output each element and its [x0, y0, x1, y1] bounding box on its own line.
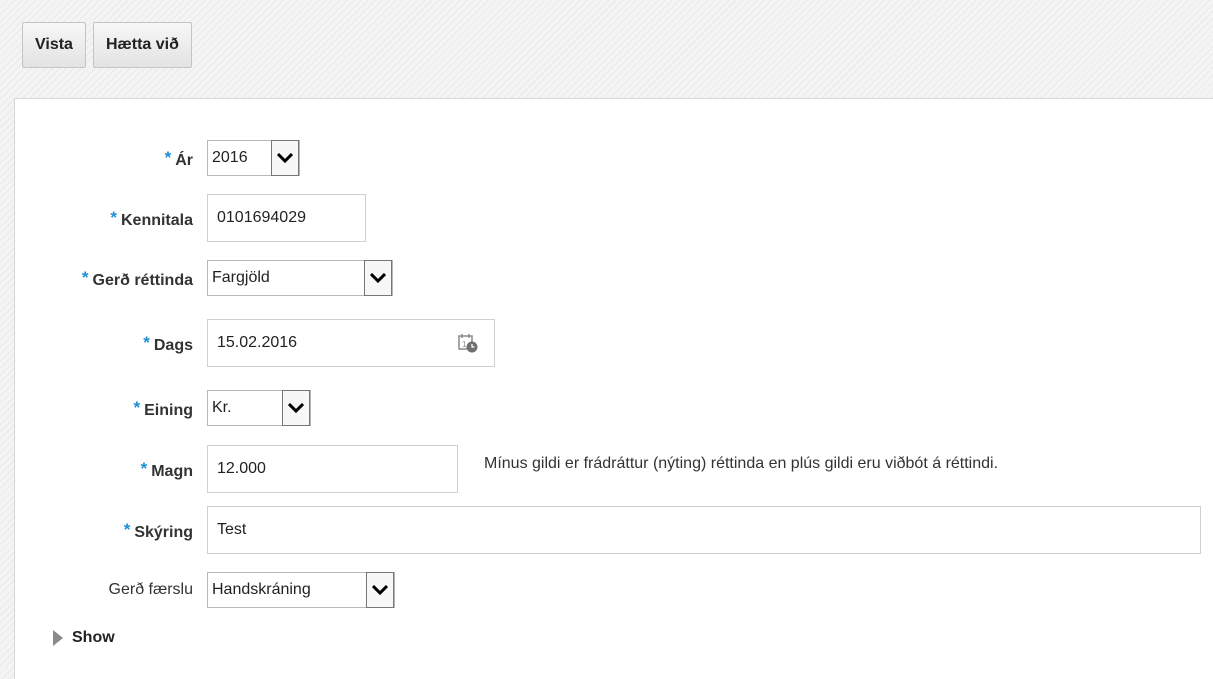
- unit-select[interactable]: Kr.: [207, 390, 311, 426]
- chevron-down-icon[interactable]: [364, 260, 392, 296]
- quantity-hint: Mínus gildi er frádráttur (nýting) rétti…: [484, 455, 999, 472]
- kennitala-input[interactable]: 0101694029: [207, 194, 366, 242]
- description-label: * Skýring: [123, 520, 193, 541]
- entry-type-label: Gerð færslu: [108, 581, 193, 598]
- cancel-button[interactable]: Hætta við: [92, 22, 192, 68]
- entry-type-select[interactable]: Handskráning: [207, 572, 395, 608]
- unit-value: Kr.: [212, 399, 232, 416]
- chevron-down-icon[interactable]: [271, 140, 299, 176]
- rights-type-label: * Gerð réttinda: [81, 268, 193, 289]
- date-label: * Dags: [143, 333, 193, 354]
- chevron-down-icon[interactable]: [282, 390, 310, 426]
- calendar-icon[interactable]: 1: [457, 332, 479, 359]
- description-input[interactable]: Test: [207, 506, 1201, 554]
- triangle-right-icon: [53, 630, 63, 646]
- date-input[interactable]: 15.02.2016 1: [207, 319, 495, 367]
- chevron-down-icon[interactable]: [366, 572, 394, 608]
- toolbar: Vista Hætta við: [22, 22, 192, 68]
- unit-label: * Eining: [133, 398, 193, 419]
- save-button[interactable]: Vista: [22, 22, 86, 68]
- date-value: 15.02.2016: [217, 334, 298, 351]
- show-toggle[interactable]: Show: [53, 627, 115, 649]
- form-panel: * Ár 2016 * Kennitala 0101694029 * Gerð rét…: [14, 98, 1213, 679]
- year-label: * Ár: [164, 148, 193, 169]
- kennitala-label: * Kennitala: [110, 208, 193, 229]
- show-label: Show: [72, 629, 115, 646]
- svg-text:1: 1: [462, 340, 467, 349]
- rights-type-select[interactable]: Fargjöld: [207, 260, 393, 296]
- year-value: 2016: [212, 149, 248, 166]
- year-select[interactable]: 2016: [207, 140, 300, 176]
- entry-type-value: Handskráning: [212, 581, 311, 598]
- rights-type-value: Fargjöld: [212, 269, 270, 286]
- quantity-input[interactable]: 12.000: [207, 445, 458, 493]
- required-marker: *: [164, 148, 172, 167]
- quantity-label: * Magn: [140, 459, 193, 480]
